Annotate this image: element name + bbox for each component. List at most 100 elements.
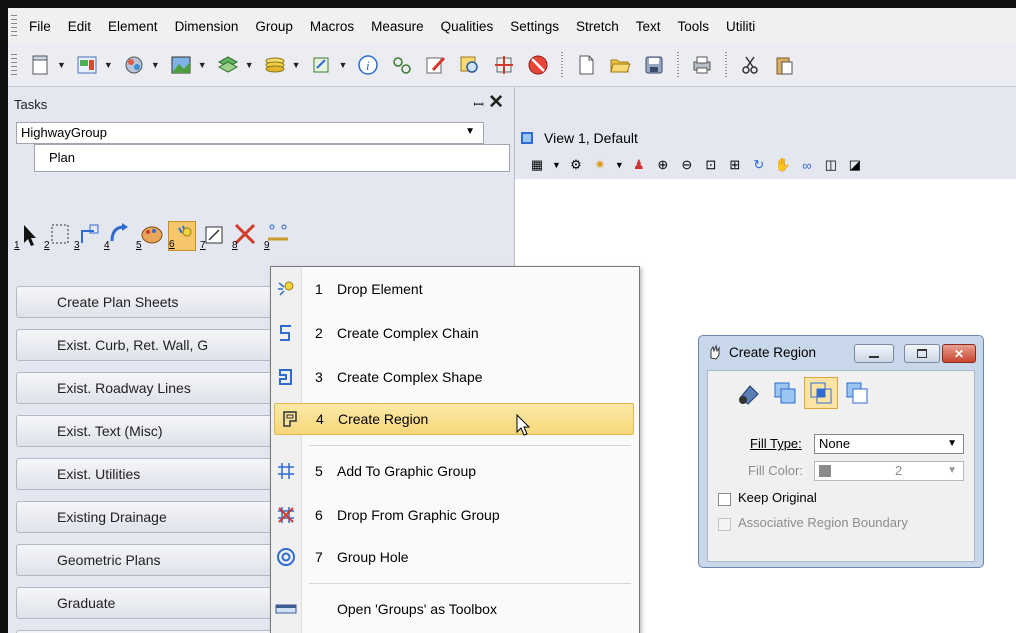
view-attributes-icon[interactable]: ▦ xyxy=(528,156,546,174)
lighting-icon[interactable]: ✷ xyxy=(591,156,609,174)
print-icon[interactable] xyxy=(690,53,714,77)
menu-item-drop-from-graphic-group[interactable]: 6 Drop From Graphic Group xyxy=(271,499,637,531)
paste-icon[interactable] xyxy=(772,53,796,77)
menubar-grip[interactable] xyxy=(11,15,17,37)
menu-item-open-groups-toolbox[interactable]: Open 'Groups' as Toolbox xyxy=(271,593,637,625)
task-group-combo[interactable]: HighwayGroup ▼ xyxy=(16,122,484,144)
plan-task-item[interactable]: Plan xyxy=(34,144,510,172)
dropdown-arrow-icon[interactable]: ▼ xyxy=(552,160,561,170)
copy-view-icon[interactable]: ◪ xyxy=(846,156,864,174)
chevron-down-icon: ▼ xyxy=(947,438,957,449)
attach-icon[interactable] xyxy=(310,53,334,77)
task-group-value: HighwayGroup xyxy=(21,125,107,140)
flood-region-icon[interactable] xyxy=(732,377,766,409)
menu-text[interactable]: Text xyxy=(636,19,661,34)
rotate-tool[interactable]: 4 xyxy=(104,221,132,251)
fill-color-label: Fill Color: xyxy=(748,463,803,478)
dropdown-arrow-icon[interactable]: ▼ xyxy=(198,60,207,70)
groups-tool-active[interactable]: 6 xyxy=(168,221,196,251)
levels-icon[interactable] xyxy=(216,53,240,77)
toolbar-separator xyxy=(561,52,564,78)
info-icon[interactable]: i xyxy=(356,53,380,77)
cancel-icon[interactable] xyxy=(526,53,550,77)
new-file-icon[interactable] xyxy=(28,53,52,77)
dropdown-arrow-icon[interactable]: ▼ xyxy=(292,60,301,70)
fence-tool[interactable]: 2 xyxy=(44,221,72,251)
associative-boundary-checkbox[interactable] xyxy=(718,518,731,531)
tasks-header: Tasks ꟷ ✕ xyxy=(8,87,514,121)
toolbar-grip[interactable] xyxy=(11,54,17,76)
menu-item-add-to-graphic-group[interactable]: 5 Add To Graphic Group xyxy=(271,455,637,487)
fit-view-icon[interactable]: ⊞ xyxy=(726,156,744,174)
menu-utilities[interactable]: Utiliti xyxy=(726,19,755,34)
cut-icon[interactable] xyxy=(738,53,762,77)
close-button[interactable]: ✕ xyxy=(942,344,976,363)
element-info-icon[interactable] xyxy=(75,53,99,77)
move-tool[interactable]: 3 xyxy=(74,221,102,251)
delete-tool[interactable]: 8 xyxy=(232,221,260,251)
layers-icon[interactable] xyxy=(263,53,287,77)
pan-view-icon[interactable]: ✋ xyxy=(774,156,792,174)
menu-stretch[interactable]: Stretch xyxy=(576,19,619,34)
dropdown-arrow-icon[interactable]: ▼ xyxy=(339,60,348,70)
chevron-down-icon: ▼ xyxy=(947,465,957,476)
zoom-in-icon[interactable]: ⊕ xyxy=(654,156,672,174)
svg-text:i: i xyxy=(366,58,370,73)
view-previous-icon[interactable]: ∞ xyxy=(798,156,816,174)
difference-region-icon[interactable] xyxy=(840,377,874,409)
keep-original-label: Keep Original xyxy=(738,490,817,505)
maximize-button[interactable] xyxy=(904,344,940,363)
window-area-icon[interactable]: ⊡ xyxy=(702,156,720,174)
view-next-icon[interactable]: ◫ xyxy=(822,156,840,174)
measure-tool[interactable]: 9 xyxy=(264,221,292,251)
menu-qualities[interactable]: Qualities xyxy=(441,19,494,34)
select-element-tool[interactable]: 1 xyxy=(14,221,42,251)
render-icon[interactable] xyxy=(122,53,146,77)
close-icon: ✕ xyxy=(953,346,965,361)
menu-item-drop-element[interactable]: 1 Drop Element xyxy=(271,273,637,305)
snap-icon[interactable] xyxy=(492,53,516,77)
open-folder-icon[interactable] xyxy=(608,53,632,77)
menu-measure[interactable]: Measure xyxy=(371,19,424,34)
keep-original-checkbox[interactable] xyxy=(718,493,731,506)
chevron-down-icon[interactable]: ▼ xyxy=(465,122,475,142)
union-region-icon[interactable] xyxy=(768,377,802,409)
menu-item-create-region[interactable]: 4 Create Region xyxy=(274,403,634,435)
menu-group[interactable]: Group xyxy=(255,19,293,34)
menu-settings[interactable]: Settings xyxy=(510,19,559,34)
intersection-region-icon[interactable] xyxy=(804,377,838,409)
display-icon[interactable] xyxy=(169,53,193,77)
menu-file[interactable]: File xyxy=(29,19,51,34)
search-icon[interactable] xyxy=(458,53,482,77)
menu-element[interactable]: Element xyxy=(108,19,158,34)
toolbar-separator xyxy=(677,52,680,78)
pin-icon[interactable]: ꟷ xyxy=(473,95,484,113)
dropdown-arrow-icon[interactable]: ▼ xyxy=(57,60,66,70)
new-icon[interactable] xyxy=(574,53,598,77)
menu-item-create-complex-shape[interactable]: 3 Create Complex Shape xyxy=(271,361,637,393)
dropdown-arrow-icon[interactable]: ▼ xyxy=(104,60,113,70)
update-view-icon[interactable]: ♟ xyxy=(630,156,648,174)
select-icon[interactable] xyxy=(390,53,414,77)
menu-item-create-complex-chain[interactable]: 2 Create Complex Chain xyxy=(271,317,637,349)
menu-tools[interactable]: Tools xyxy=(678,19,710,34)
menu-edit[interactable]: Edit xyxy=(68,19,91,34)
display-style-icon[interactable]: ⚙ xyxy=(567,156,585,174)
dialog-hand-icon xyxy=(707,344,721,360)
change-attributes-tool[interactable]: 5 xyxy=(136,221,164,251)
rotate-view-icon[interactable]: ↻ xyxy=(750,156,768,174)
dropdown-arrow-icon[interactable]: ▼ xyxy=(151,60,160,70)
scale-tool[interactable]: 7 xyxy=(200,221,228,251)
menu-item-group-hole[interactable]: 7 Group Hole xyxy=(271,541,637,573)
menu-dimension[interactable]: Dimension xyxy=(175,19,239,34)
edit-icon[interactable] xyxy=(424,53,448,77)
dropdown-arrow-icon[interactable]: ▼ xyxy=(245,60,254,70)
zoom-out-icon[interactable]: ⊖ xyxy=(678,156,696,174)
menu-macros[interactable]: Macros xyxy=(310,19,354,34)
fill-color-select[interactable]: 2 ▼ xyxy=(814,461,964,481)
minimize-button[interactable] xyxy=(854,344,894,363)
save-icon[interactable] xyxy=(642,53,666,77)
dropdown-arrow-icon[interactable]: ▼ xyxy=(615,160,624,170)
fill-type-select[interactable]: None ▼ xyxy=(814,434,964,454)
close-icon[interactable]: ✕ xyxy=(488,91,504,114)
